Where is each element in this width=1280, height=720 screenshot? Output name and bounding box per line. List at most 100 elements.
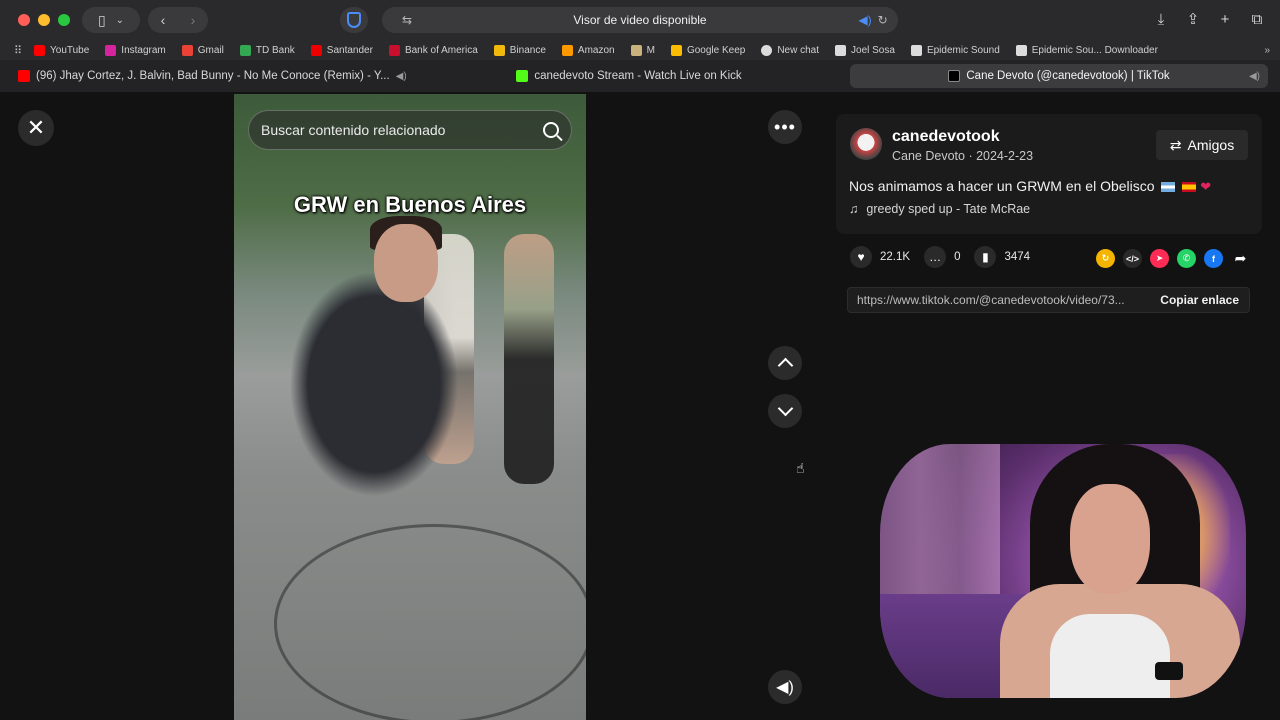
bookmark-new-chat[interactable]: New chat	[753, 44, 827, 56]
bookmark-m[interactable]: M	[623, 44, 663, 56]
pointer-cursor-icon: ☝	[796, 460, 805, 476]
bookmark-epidemic-downloader[interactable]: Epidemic Sou... Downloader	[1008, 44, 1166, 56]
tab-youtube[interactable]: (96) Jhay Cortez, J. Balvin, Bad Bunny -…	[8, 64, 408, 88]
browser-titlebar: ▯ ⌄ ‹ › ⇆ Visor de video disponible ◀) ↻…	[0, 0, 1280, 40]
chevron-down-icon: ⌄	[115, 14, 125, 26]
bookmark-label: YouTube	[50, 44, 90, 56]
bookmark-binance[interactable]: Binance	[486, 44, 554, 56]
bookmark-label: Epidemic Sou... Downloader	[1031, 44, 1158, 56]
post-description: Nos animamos a hacer un GRWM en el Obeli…	[849, 178, 1211, 195]
bookmark-epidemic-sound[interactable]: Epidemic Sound	[903, 44, 1008, 56]
forward-button[interactable]: ›	[178, 12, 208, 28]
video-player[interactable]: Buscar contenido relacionado GRW en Buen…	[234, 94, 586, 720]
bookmark-joel-sosa[interactable]: Joel Sosa	[827, 44, 903, 56]
sidebar-toggle-button[interactable]: ▯ ⌄	[82, 7, 140, 33]
author-card: canedevotook Cane Devoto · 2024-2-23 ⇄ A…	[836, 114, 1262, 234]
amazon-icon	[561, 44, 573, 56]
tab-overview-icon[interactable]: ⧉	[1248, 8, 1266, 30]
spain-flag-icon	[1182, 182, 1197, 193]
close-video-button[interactable]: ✕	[18, 110, 54, 146]
save-count: 3474	[1004, 251, 1031, 263]
description-text: Nos animamos a hacer un GRWM en el Obeli…	[849, 178, 1155, 194]
speaker-icon: ◀)	[776, 679, 794, 696]
bookmark-google-keep[interactable]: Google Keep	[663, 44, 753, 56]
chevron-down-icon	[777, 400, 793, 417]
bookmarks-overflow-icon[interactable]: »	[1264, 45, 1270, 56]
related-search-input[interactable]: Buscar contenido relacionado	[248, 110, 572, 150]
tab-tiktok[interactable]: Cane Devoto (@canedevotook) | TikTok ◀)	[850, 64, 1268, 88]
new-tab-icon[interactable]: +	[1216, 8, 1234, 30]
like-button[interactable]: ♥ 22.1K	[850, 246, 910, 268]
friends-button-label: Amigos	[1187, 137, 1235, 153]
tab-kick[interactable]: canedevoto Stream - Watch Live on Kick	[414, 64, 844, 88]
chatgpt-icon	[761, 44, 773, 56]
sidebar-icon: ▯	[97, 11, 106, 28]
tab-label: canedevoto Stream - Watch Live on Kick	[534, 70, 742, 82]
chevron-up-icon	[777, 357, 793, 374]
reload-icon[interactable]: ↻	[878, 13, 888, 27]
facebook-icon[interactable]: f	[1204, 249, 1223, 268]
music-link[interactable]: ♫ greedy sped up - Tate McRae	[849, 202, 1030, 216]
bookmark-instagram[interactable]: Instagram	[97, 44, 173, 56]
bookmark-label: Bank of America	[404, 44, 478, 56]
tiktok-icon	[948, 70, 961, 82]
bookmark-label: Amazon	[577, 44, 615, 56]
tab-label: (96) Jhay Cortez, J. Balvin, Bad Bunny -…	[36, 70, 390, 82]
bookmark-label: Google Keep	[686, 44, 746, 56]
bookmark-amazon[interactable]: Amazon	[554, 44, 623, 56]
ellipsis-icon: •••	[774, 116, 796, 137]
bookmark-youtube[interactable]: YouTube	[26, 44, 97, 56]
close-icon: ✕	[26, 115, 46, 140]
previous-video-button[interactable]	[768, 346, 802, 380]
download-icon[interactable]: ⤓	[1152, 8, 1170, 30]
video-link[interactable]: https://www.tiktok.com/@canedevotook/vid…	[848, 293, 1150, 307]
save-button[interactable]: ▮ 3474	[974, 246, 1030, 268]
like-count: 22.1K	[880, 251, 911, 263]
tiktok-page: ✕ Buscar contenido relacionado GRW en Bu…	[0, 94, 1280, 720]
username[interactable]: canedevotook	[892, 128, 1000, 146]
bookmark-label: Joel Sosa	[851, 44, 895, 56]
bookmark-label: Gmail	[197, 44, 224, 56]
copy-link-button[interactable]: Copiar enlace	[1150, 288, 1249, 312]
embed-icon[interactable]: </>	[1123, 249, 1142, 268]
more-options-button[interactable]: •••	[768, 110, 802, 144]
video-caption: GRW en Buenos Aires	[293, 192, 527, 217]
navigation-buttons: ‹ ›	[148, 7, 208, 33]
address-bar[interactable]: ⇆ Visor de video disponible ◀) ↻	[382, 7, 898, 33]
bookmark-td-bank[interactable]: TD Bank	[232, 44, 303, 56]
next-video-button[interactable]	[768, 394, 802, 428]
whatsapp-icon[interactable]: ✆	[1177, 249, 1196, 268]
speaker-icon[interactable]: ◀)	[858, 13, 871, 27]
bookmarks-bar: ⠿ YouTube Instagram Gmail TD Bank Santan…	[0, 40, 1280, 60]
tab-audio-icon[interactable]: ◀)	[396, 71, 407, 82]
bookmark-bank-of-america[interactable]: Bank of America	[381, 44, 486, 56]
gmail-icon	[181, 44, 193, 56]
repost-icon[interactable]: ↻	[1096, 249, 1115, 268]
friends-button[interactable]: ⇄ Amigos	[1156, 130, 1248, 160]
comment-button[interactable]: … 0	[924, 246, 960, 268]
reader-icon[interactable]: ⇆	[382, 13, 432, 27]
post-panel: canedevotook Cane Devoto · 2024-2-23 ⇄ A…	[820, 94, 1280, 720]
send-icon[interactable]: ➤	[1150, 249, 1169, 268]
address-title: Visor de video disponible	[573, 13, 707, 27]
privacy-shield-button[interactable]	[340, 7, 368, 33]
close-window-button[interactable]	[18, 14, 30, 26]
display-name: Cane Devoto	[892, 149, 965, 163]
volume-button[interactable]: ◀)	[768, 670, 802, 704]
search-icon[interactable]	[543, 122, 559, 138]
minimize-window-button[interactable]	[38, 14, 50, 26]
share-arrow-icon[interactable]: ➦	[1231, 249, 1250, 268]
bookmark-santander[interactable]: Santander	[303, 44, 381, 56]
bookmark-label: Epidemic Sound	[926, 44, 1000, 56]
m-icon	[630, 44, 642, 56]
avatar[interactable]	[850, 128, 882, 160]
maximize-window-button[interactable]	[58, 14, 70, 26]
share-icon[interactable]: ⇪	[1184, 8, 1202, 30]
music-note-icon: ♫	[849, 202, 859, 216]
argentina-flag-icon	[1161, 182, 1176, 193]
apps-grid-icon[interactable]: ⠿	[14, 44, 26, 57]
back-button[interactable]: ‹	[148, 12, 178, 28]
engagement-stats: ♥ 22.1K … 0 ▮ 3474	[850, 246, 1030, 268]
tab-audio-icon[interactable]: ◀)	[1249, 71, 1260, 82]
bookmark-gmail[interactable]: Gmail	[174, 44, 232, 56]
